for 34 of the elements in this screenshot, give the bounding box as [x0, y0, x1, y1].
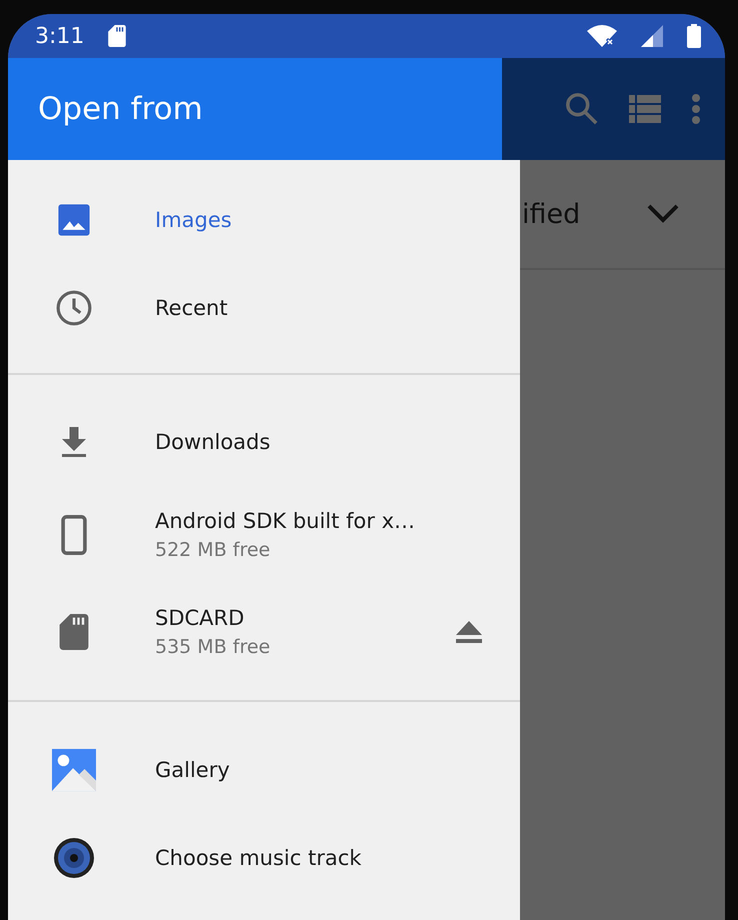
chevron-down-icon[interactable]: [647, 204, 679, 224]
drawer-item[interactable]: Downloads: [8, 398, 520, 486]
item-label: SDCARD: [155, 606, 246, 630]
search-icon[interactable]: [565, 92, 599, 126]
drawer-title: Open from: [38, 91, 203, 127]
list-view-icon[interactable]: [629, 95, 661, 123]
phone-icon: [61, 514, 87, 554]
item-label: Downloads: [155, 430, 272, 454]
drawer-item[interactable]: Images: [8, 176, 520, 264]
item-label: Images: [155, 208, 233, 232]
drawer-item[interactable]: Android SDK built for x… 522 MB free: [8, 486, 520, 583]
gallery-icon: [52, 748, 96, 792]
drawer-item[interactable]: Gallery: [8, 726, 520, 814]
more-options-icon[interactable]: [691, 94, 701, 124]
drawer-item[interactable]: SDCARD 535 MB free: [8, 583, 520, 680]
item-label: Choose music track: [155, 846, 362, 870]
image-icon: [57, 203, 91, 237]
download-icon: [59, 425, 89, 459]
signal-icon: [641, 25, 663, 47]
wifi-icon: [587, 25, 617, 47]
drawer-item[interactable]: Choose music track: [8, 814, 520, 902]
speaker-icon: [53, 837, 95, 879]
drawer-item[interactable]: Recent: [8, 264, 520, 352]
battery-icon: [687, 24, 701, 48]
clock-icon: [55, 289, 93, 327]
free-space-label: 522 MB free: [155, 538, 272, 560]
item-label: Android SDK built for x…: [155, 508, 416, 532]
sd-card-icon: [59, 614, 89, 650]
item-label: Recent: [155, 296, 229, 320]
item-label: Gallery: [155, 758, 231, 782]
status-time: 3:11: [35, 24, 84, 48]
free-space-label: 535 MB free: [155, 636, 272, 658]
sd-card-icon: [108, 25, 126, 47]
sort-label: ified: [522, 198, 580, 230]
